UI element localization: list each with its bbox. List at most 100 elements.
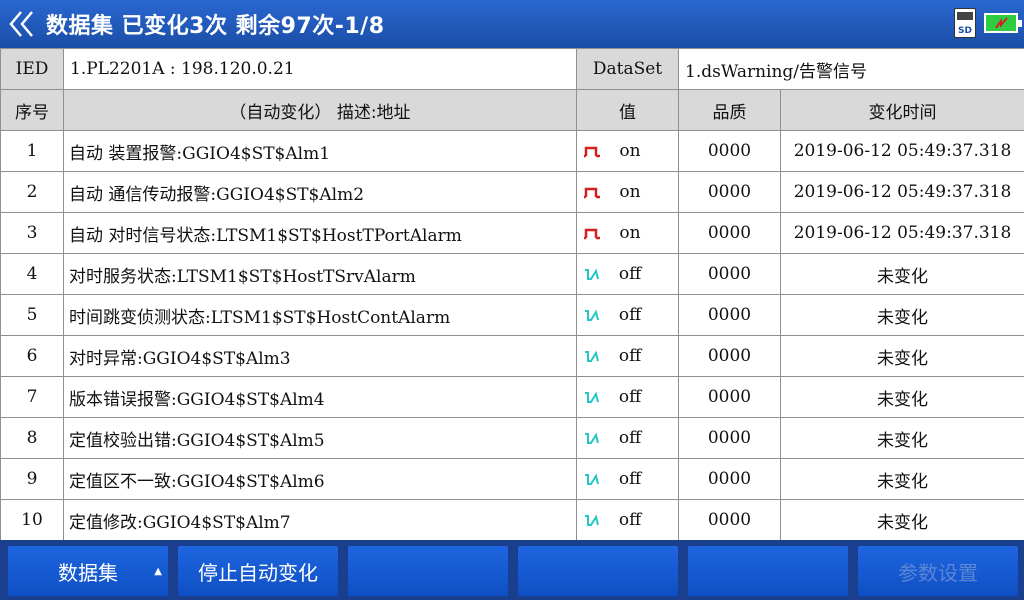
row-quality: 0000 [678,376,781,418]
data-table-area: IED 1.PL2201A : 198.120.0.21 DataSet 1.d… [0,48,1024,541]
col-time: 变化时间 [780,89,1024,131]
row-index: 5 [0,294,64,336]
table-row[interactable]: 8 定值校验出错:GGIO4$ST$Alm5 off 0000 未变化 [0,417,1024,459]
header-row: 序号 （自动变化） 描述:地址 值 品质 变化时间 [0,89,1024,131]
row-value-cell[interactable]: off [576,458,679,500]
dataset-label: DataSet [576,48,679,90]
row-value: off [618,510,642,531]
footer-button-3[interactable] [348,546,508,596]
row-change-time: 未变化 [780,458,1024,500]
row-quality: 0000 [678,458,781,500]
footer-toolbar: 数据集 ▲ 停止自动变化 参数设置 [0,540,1024,600]
row-index: 7 [0,376,64,418]
row-value-cell[interactable]: off [576,376,679,418]
data-table: IED 1.PL2201A : 198.120.0.21 DataSet 1.d… [0,48,1024,541]
row-change-time: 未变化 [780,499,1024,541]
row-quality: 0000 [678,294,781,336]
table-row[interactable]: 4 对时服务状态:LTSM1$ST$HostTSrvAlarm off 0000 未变化 [0,253,1024,295]
row-quality: 0000 [678,417,781,459]
row-description: 版本错误报警:GGIO4$ST$Alm4 [63,376,577,418]
row-value: off [618,469,642,490]
row-index: 1 [0,130,64,172]
row-value-cell[interactable]: off [576,417,679,459]
row-index: 10 [0,499,64,541]
row-index: 3 [0,212,64,254]
row-quality: 0000 [678,253,781,295]
table-row[interactable]: 2 自动 通信传动报警:GGIO4$ST$Alm2 on 0000 2019-06-12… [0,171,1024,213]
dataset-value[interactable]: 1.dsWarning/告警信号 [678,48,1024,90]
row-index: 8 [0,417,64,459]
row-value-cell[interactable]: off [576,335,679,377]
signal-high-icon [584,188,600,199]
row-value-cell[interactable]: on [576,212,679,254]
row-value-cell[interactable]: on [576,130,679,172]
double-chevron-left-icon [9,11,33,37]
row-change-time: 未变化 [780,417,1024,459]
col-index: 序号 [0,89,64,131]
row-quality: 0000 [678,499,781,541]
row-change-time: 未变化 [780,294,1024,336]
table-row[interactable]: 1 自动 装置报警:GGIO4$ST$Alm1 on 0000 2019-06-12 0… [0,130,1024,172]
row-description: 定值修改:GGIO4$ST$Alm7 [63,499,577,541]
row-description: 定值区不一致:GGIO4$ST$Alm6 [63,458,577,500]
title-bar: 数据集 已变化3次 剩余97次-1/8 SD [0,0,1024,48]
signal-low-icon [585,514,599,527]
table-row[interactable]: 9 定值区不一致:GGIO4$ST$Alm6 off 0000 未变化 [0,458,1024,500]
ied-value[interactable]: 1.PL2201A : 198.120.0.21 [63,48,577,90]
table-row[interactable]: 6 对时异常:GGIO4$ST$Alm3 off 0000 未变化 [0,335,1024,377]
row-change-time: 2019-06-12 05:49:37.318 [780,212,1024,254]
signal-low-icon [585,268,599,281]
row-value: off [618,387,642,408]
row-change-time: 未变化 [780,253,1024,295]
col-value: 值 [576,89,679,131]
row-value: on [619,141,641,162]
signal-low-icon [585,432,599,445]
signal-low-icon [585,473,599,486]
sd-card-icon: SD [954,8,976,38]
row-value: off [618,346,642,367]
back-button[interactable] [0,0,46,48]
stop-auto-change-button[interactable]: 停止自动变化 [178,546,338,596]
row-value-cell[interactable]: on [576,171,679,213]
table-row[interactable]: 7 版本错误报警:GGIO4$ST$Alm4 off 0000 未变化 [0,376,1024,418]
page-title: 数据集 已变化3次 剩余97次-1/8 [46,14,385,39]
signal-low-icon [585,391,599,404]
row-index: 9 [0,458,64,500]
triangle-up-icon: ▲ [154,566,162,577]
row-description: 自动 通信传动报警:GGIO4$ST$Alm2 [63,171,577,213]
row-change-time: 2019-06-12 05:49:37.318 [780,171,1024,213]
row-change-time: 未变化 [780,376,1024,418]
row-value-cell[interactable]: off [576,294,679,336]
table-row[interactable]: 10 定值修改:GGIO4$ST$Alm7 off 0000 未变化 [0,499,1024,541]
table-row[interactable]: 5 时间跳变侦测状态:LTSM1$ST$HostContAlarm off 0000 未… [0,294,1024,336]
row-description: 自动 装置报警:GGIO4$ST$Alm1 [63,130,577,172]
row-value: on [619,223,641,244]
signal-high-icon [584,229,600,240]
row-value: on [619,182,641,203]
row-change-time: 未变化 [780,335,1024,377]
row-index: 4 [0,253,64,295]
row-change-time: 2019-06-12 05:49:37.318 [780,130,1024,172]
row-quality: 0000 [678,171,781,213]
row-index: 2 [0,171,64,213]
row-quality: 0000 [678,212,781,254]
footer-button-5[interactable] [688,546,848,596]
col-quality: 品质 [678,89,781,131]
row-value: off [618,305,642,326]
footer-button-4[interactable] [518,546,678,596]
signal-low-icon [585,350,599,363]
row-description: 自动 对时信号状态:LTSM1$ST$HostTPortAlarm [63,212,577,254]
row-quality: 0000 [678,130,781,172]
ied-label: IED [0,48,64,90]
info-row: IED 1.PL2201A : 198.120.0.21 DataSet 1.d… [0,48,1024,90]
table-row[interactable]: 3 自动 对时信号状态:LTSM1$ST$HostTPortAlarm on 0000… [0,212,1024,254]
row-value-cell[interactable]: off [576,253,679,295]
parameter-settings-button[interactable]: 参数设置 [858,546,1018,596]
sd-label: SD [958,26,972,36]
row-value: off [618,264,642,285]
dataset-button-label: 数据集 [58,560,118,585]
charging-icon [995,17,1008,29]
signal-low-icon [585,309,599,322]
dataset-button[interactable]: 数据集 ▲ [8,546,168,596]
row-value-cell[interactable]: off [576,499,679,541]
